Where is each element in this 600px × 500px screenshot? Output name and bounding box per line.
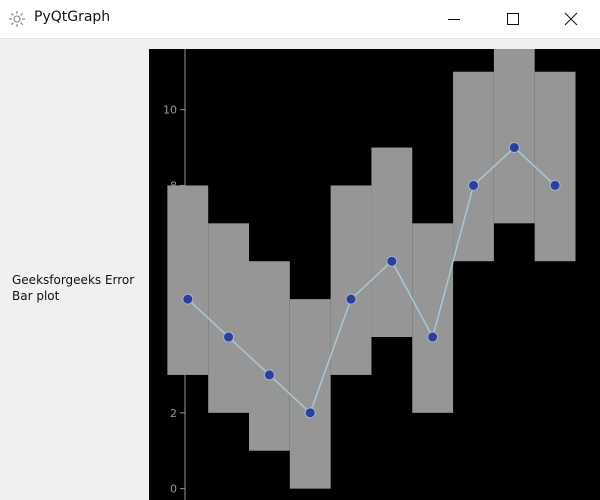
plot-label: Geeksforgeeks Error Bar plot (12, 273, 135, 303)
data-point (427, 331, 439, 343)
y-tick-label: 2 (170, 407, 177, 420)
error-bar (248, 261, 290, 451)
data-point (182, 293, 194, 305)
data-point (345, 293, 357, 305)
error-bar (412, 223, 454, 413)
data-point (508, 142, 520, 154)
data-point (304, 407, 316, 419)
error-bar (167, 185, 209, 375)
minimize-button[interactable] (431, 0, 477, 38)
maximize-button[interactable] (490, 0, 536, 38)
close-icon (564, 12, 578, 26)
window-title: PyQtGraph (34, 9, 111, 25)
y-tick-label: 10 (163, 104, 177, 117)
data-point (549, 179, 561, 191)
y-tick-label: 6 (170, 255, 177, 268)
error-bar (371, 147, 413, 338)
y-tick-label: 8 (170, 179, 177, 192)
title-bar: PyQtGraph (0, 0, 600, 39)
maximize-icon (507, 13, 519, 25)
data-point (467, 179, 479, 191)
error-bar (493, 49, 535, 224)
error-bar (330, 185, 372, 375)
minimize-icon (448, 19, 460, 20)
error-bar (208, 223, 249, 413)
y-tick-label: 0 (170, 483, 177, 496)
data-point (223, 331, 235, 343)
error-bar (453, 71, 494, 262)
error-bar-plot[interactable]: 0 2 4 6 8 10 (149, 49, 600, 500)
y-tick-label: 4 (170, 331, 177, 344)
pyqtgraph-gear-icon (9, 11, 25, 27)
error-bar (534, 71, 576, 262)
close-button[interactable] (548, 0, 594, 38)
data-point (263, 369, 275, 381)
data-point (386, 255, 398, 267)
error-bar (289, 299, 331, 489)
